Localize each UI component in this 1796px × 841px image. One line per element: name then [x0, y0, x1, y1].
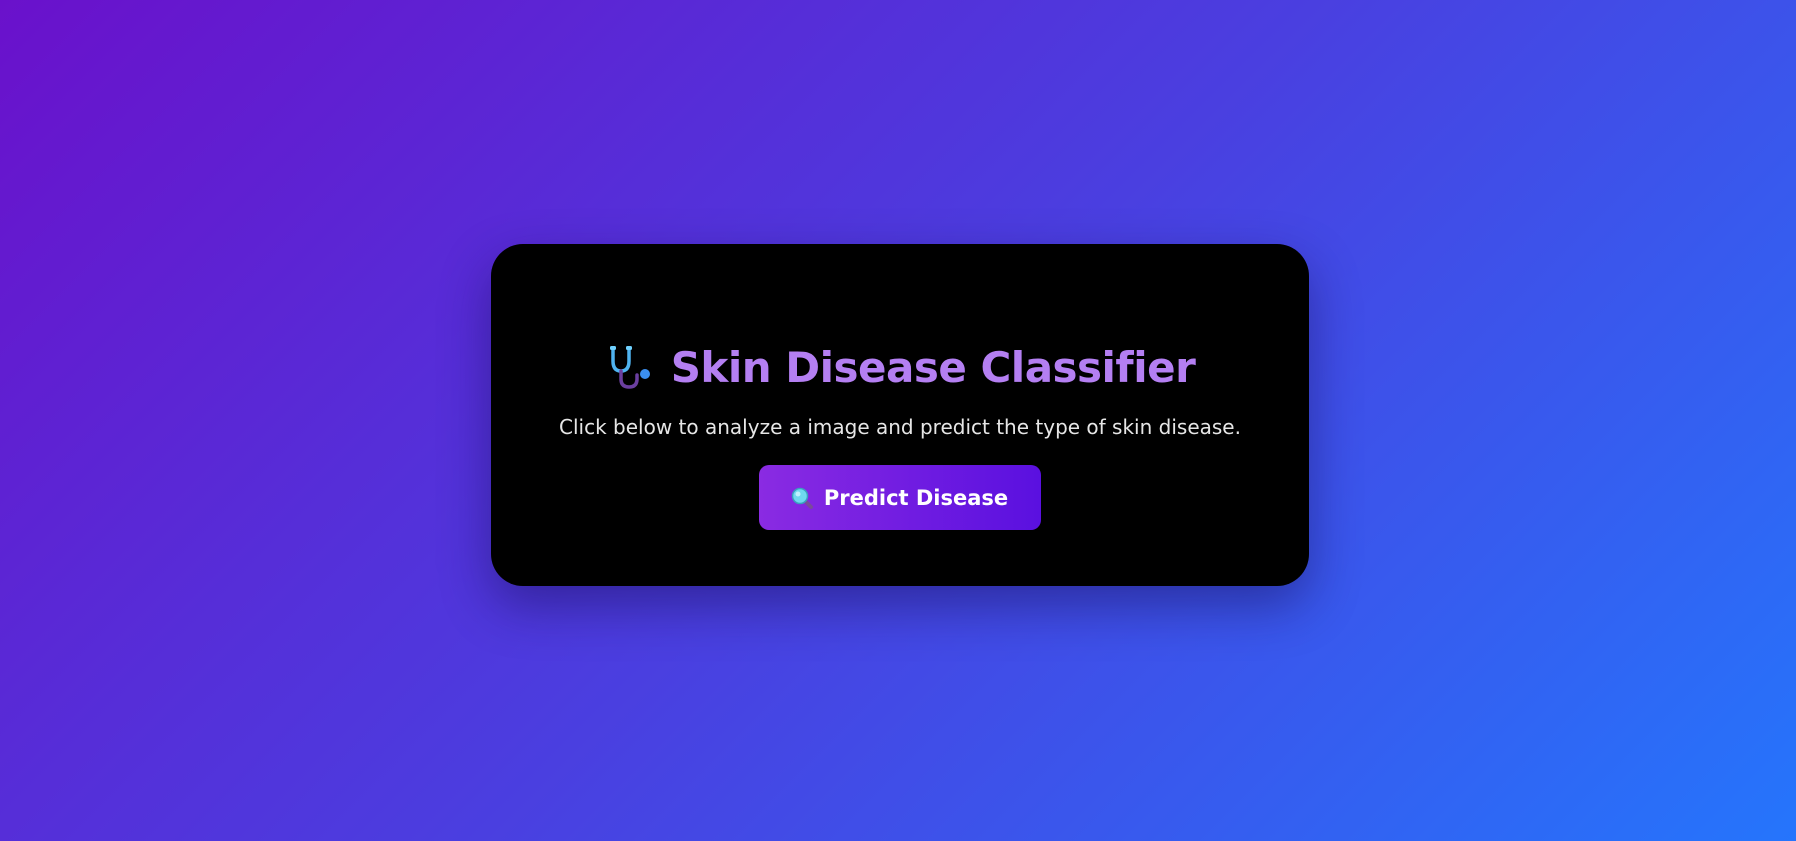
title-row: Skin Disease Classifier: [605, 341, 1196, 393]
predict-disease-button[interactable]: Predict Disease: [759, 465, 1041, 530]
magnifier-icon: [790, 486, 814, 510]
stethoscope-icon: [605, 343, 653, 391]
classifier-card: Skin Disease Classifier Click below to a…: [491, 244, 1309, 586]
page-title: Skin Disease Classifier: [670, 342, 1196, 392]
predict-button-label: Predict Disease: [823, 485, 1009, 510]
page-subtitle: Click below to analyze a image and predi…: [559, 415, 1241, 439]
